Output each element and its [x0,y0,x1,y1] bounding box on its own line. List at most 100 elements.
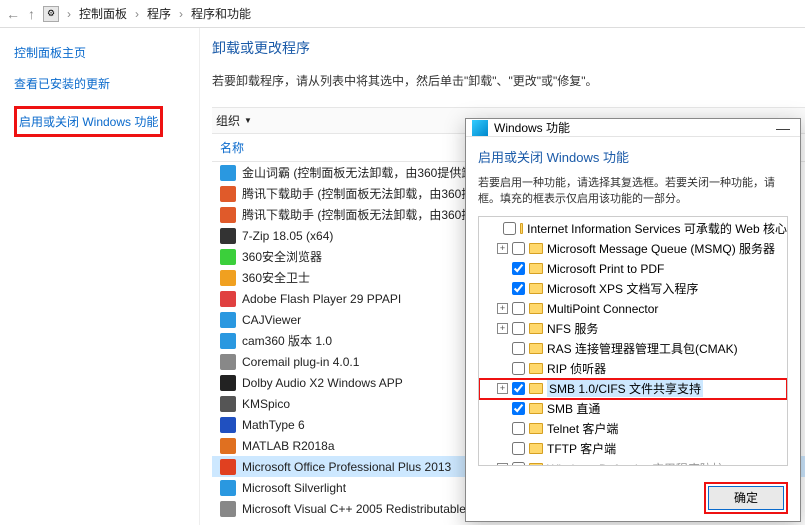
feature-checkbox[interactable] [512,382,525,395]
feature-node[interactable]: +NFS 服务 [479,319,787,339]
app-icon [220,291,236,307]
chevron-right-icon: › [179,7,183,21]
program-label: Microsoft Silverlight [242,481,346,495]
tree-expand-icon[interactable]: + [497,323,508,334]
folder-icon [529,323,543,334]
crumb-programs-features[interactable]: 程序和功能 [191,5,251,22]
feature-label: Internet Information Services 可承载的 Web 核… [527,220,787,237]
sidebar-windows-features-link[interactable]: 启用或关闭 Windows 功能 [19,113,158,130]
organize-label: 组织 [216,112,240,129]
feature-node[interactable]: +Microsoft Message Queue (MSMQ) 服务器 [479,239,787,259]
app-icon [220,354,236,370]
page-title: 卸载或更改程序 [212,38,805,58]
feature-checkbox[interactable] [512,442,525,455]
feature-node[interactable]: + MultiPoint Connector [479,299,787,319]
feature-label: MultiPoint Connector [547,302,658,316]
feature-node[interactable]: + SMB 1.0/CIFS 文件共享支持 [479,379,787,399]
folder-icon [529,343,543,354]
program-label: 360安全卫士 [242,269,310,286]
program-label: MathType 6 [242,418,305,432]
feature-label: Microsoft XPS 文档写入程序 [547,280,698,297]
feature-checkbox[interactable] [512,402,525,415]
address-bar: ← ↑ ⚙ › 控制面板 › 程序 › 程序和功能 [0,0,805,28]
sidebar-home-link[interactable]: 控制面板主页 [14,44,189,61]
feature-node[interactable]: Internet Information Services 可承载的 Web 核… [479,219,787,239]
feature-checkbox[interactable] [512,262,525,275]
app-icon [220,186,236,202]
program-label: 腾讯下载助手 (控制面板无法卸载，由360提供 [242,185,485,202]
feature-node[interactable]: Microsoft Print to PDF [479,259,787,279]
feature-checkbox[interactable] [512,322,525,335]
app-icon [220,165,236,181]
feature-label: Telnet 客户端 [547,420,618,437]
sidebar-updates-link[interactable]: 查看已安装的更新 [14,75,189,92]
tree-expand-icon[interactable]: + [497,303,508,314]
app-icon [220,228,236,244]
feature-checkbox[interactable] [512,242,525,255]
tree-expand-icon[interactable]: + [497,463,508,466]
app-icon [220,207,236,223]
tree-expand-icon[interactable]: + [497,243,508,254]
feature-checkbox[interactable] [512,462,525,466]
tree-spacer [497,263,508,274]
feature-node[interactable]: Microsoft XPS 文档写入程序 [479,279,787,299]
feature-node[interactable]: SMB 直通 [479,399,787,419]
dialog-titlebar[interactable]: Windows 功能 — [466,119,800,137]
nav-up-icon[interactable]: ↑ [28,6,35,22]
feature-node[interactable]: RAS 连接管理器管理工具包(CMAK) [479,339,787,359]
folder-icon [529,443,543,454]
feature-label: SMB 1.0/CIFS 文件共享支持 [547,380,703,397]
feature-checkbox[interactable] [512,422,525,435]
feature-node[interactable]: TFTP 客户端 [479,439,787,459]
feature-checkbox[interactable] [512,282,525,295]
tree-spacer [497,443,508,454]
feature-label: Windows Defender 应用程序防护 [547,460,724,466]
highlight-box: 启用或关闭 Windows 功能 [14,106,163,137]
program-label: Microsoft Visual C++ 2005 Redistributabl… [242,502,466,516]
app-icon [220,480,236,496]
tree-spacer [497,283,508,294]
tree-expand-icon[interactable]: + [497,383,508,394]
feature-checkbox[interactable] [512,362,525,375]
app-icon [220,459,236,475]
feature-node[interactable]: RIP 侦听器 [479,359,787,379]
program-label: Coremail plug-in 4.0.1 [242,355,359,369]
app-icon [220,501,236,517]
program-label: 金山词霸 (控制面板无法卸载，由360提供卸载 [242,164,485,181]
program-label: MATLAB R2018a [242,439,335,453]
folder-icon [529,423,543,434]
crumb-root[interactable]: 控制面板 [79,5,127,22]
control-panel-icon: ⚙ [43,6,59,22]
close-icon[interactable]: — [754,120,794,136]
folder-icon [529,303,543,314]
nav-back-icon[interactable]: ← [6,6,20,22]
windows-features-dialog: Windows 功能 — 启用或关闭 Windows 功能 若要启用一种功能，请… [465,118,801,522]
feature-node[interactable]: Telnet 客户端 [479,419,787,439]
crumb-programs[interactable]: 程序 [147,5,171,22]
app-icon [220,375,236,391]
dialog-hint: 若要启用一种功能，请选择其复选框。若要关闭一种功能，请框。填充的框表示仅启用该功… [478,176,788,208]
chevron-right-icon: › [67,7,71,21]
app-icon [220,333,236,349]
ok-button[interactable]: 确定 [708,486,784,510]
app-icon [220,417,236,433]
highlight-box: 确定 [704,482,788,514]
feature-checkbox[interactable] [512,302,525,315]
feature-checkbox[interactable] [512,342,525,355]
app-icon [220,312,236,328]
tree-spacer [497,223,499,234]
organize-button[interactable]: 组织 ▼ [216,112,252,129]
feature-checkbox[interactable] [503,222,516,235]
program-label: KMSpico [242,397,290,411]
tree-spacer [497,363,508,374]
feature-label: RAS 连接管理器管理工具包(CMAK) [547,340,738,357]
feature-node[interactable]: + Windows Defender 应用程序防护 [479,459,787,466]
folder-icon [529,463,543,466]
folder-icon [529,243,543,254]
program-label: Dolby Audio X2 Windows APP [242,376,403,390]
tree-spacer [497,403,508,414]
folder-icon [529,363,543,374]
folder-icon [529,383,543,394]
page-description: 若要卸载程序，请从列表中将其选中，然后单击"卸载"、"更改"或"修复"。 [212,72,805,89]
feature-label: Microsoft Print to PDF [547,262,664,276]
